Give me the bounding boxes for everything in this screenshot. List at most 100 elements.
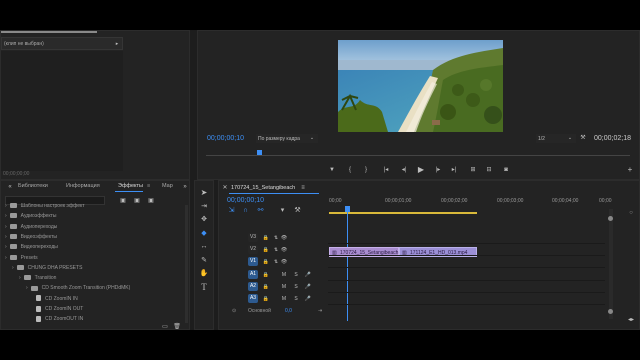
ripple-edit-tool-icon[interactable]: ✥	[199, 216, 209, 224]
snap-icon[interactable]: ∩	[241, 207, 250, 215]
solo-button-icon[interactable]: S	[292, 283, 300, 291]
list-item[interactable]: › Аудиопереходы	[1, 222, 184, 232]
track-target-button[interactable]: A2	[248, 282, 258, 291]
list-item[interactable]: › CD Smooth Zoom Transition (PHDdMK)	[1, 283, 184, 293]
track-target-button[interactable]: V2	[248, 245, 258, 254]
add-marker-icon[interactable]: ▾	[278, 207, 287, 215]
panel-grip-icon[interactable]: ◂▸	[627, 316, 635, 324]
list-item[interactable]: CD ZoomIN IN	[1, 294, 184, 304]
resolution-dropdown[interactable]: 1/2 ⌄	[536, 134, 576, 143]
sync-lock-icon[interactable]: ⇅	[272, 258, 280, 266]
track-target-button[interactable]: V3	[248, 233, 258, 242]
mute-button-icon[interactable]: M	[280, 295, 288, 303]
fit-dropdown[interactable]: По размеру кадра ⌄	[256, 134, 318, 143]
lock-icon[interactable]: 🔒	[262, 258, 270, 266]
go-to-end-icon[interactable]: ⇥	[318, 307, 322, 315]
work-area-bar[interactable]	[329, 212, 477, 214]
lock-icon[interactable]: 🔒	[262, 283, 270, 291]
list-item[interactable]: › Аудиоэффекты	[1, 211, 184, 221]
tab-effects[interactable]: Эффекты	[118, 183, 143, 189]
track-lane[interactable]	[328, 256, 605, 268]
nest-toggle-icon[interactable]: ⇲	[227, 207, 236, 215]
sync-lock-icon[interactable]: ⇅	[272, 246, 280, 254]
eye-icon[interactable]: 👁	[280, 234, 288, 242]
sync-lock-icon[interactable]: ⇅	[272, 234, 280, 242]
settings-wrench-icon[interactable]: ⚒	[579, 134, 587, 142]
mic-icon[interactable]: 🎤	[304, 283, 312, 291]
linked-selection-icon[interactable]: ⚯	[256, 207, 265, 215]
chevron-right-icon[interactable]: ›	[26, 285, 28, 291]
program-scrub-bar[interactable]	[206, 155, 630, 156]
lock-icon[interactable]: 🔒	[262, 295, 270, 303]
add-button-icon[interactable]: +	[626, 166, 634, 174]
track-lane[interactable]	[328, 244, 605, 256]
scroll-handle[interactable]	[608, 216, 613, 221]
track-target-button[interactable]: A1	[248, 270, 258, 279]
mic-icon[interactable]: 🎤	[304, 271, 312, 279]
step-forward-icon[interactable]: |▸	[434, 166, 442, 174]
master-volume-value[interactable]: 0,0	[285, 307, 292, 315]
program-timecode[interactable]: 00;00;00;10	[207, 135, 244, 143]
tab-libraries[interactable]: Библиотеки	[18, 183, 48, 189]
list-item[interactable]: › Видеоэффекты	[1, 232, 184, 242]
mic-icon[interactable]: 🎤	[304, 295, 312, 303]
trash-icon[interactable]: 🗑	[173, 323, 181, 331]
slip-tool-icon[interactable]: ↔	[199, 243, 209, 251]
list-item[interactable]: › Шаблоны настроек эффект	[1, 203, 184, 211]
eye-icon[interactable]: 👁	[280, 246, 288, 254]
chevron-double-right-icon[interactable]: »	[181, 183, 189, 191]
pen-tool-icon[interactable]: ✎	[199, 257, 209, 265]
tab-menu-icon[interactable]: ≡	[147, 183, 150, 189]
sequence-tab-label[interactable]: 170724_15_Setangibeach	[231, 184, 295, 192]
clip-selector[interactable]: (клип не выбран) ▸	[1, 37, 123, 50]
export-frame-camera-icon[interactable]: ◙	[502, 166, 510, 174]
chevron-right-icon[interactable]: ›	[5, 224, 7, 230]
track-lane[interactable]	[328, 269, 605, 281]
chevron-right-icon[interactable]: ›	[5, 203, 7, 209]
timeline-settings-wrench-icon[interactable]: ⚒	[293, 207, 302, 215]
chevron-double-left-icon[interactable]: «	[7, 183, 13, 191]
tab-info[interactable]: Информация	[66, 183, 100, 189]
chevron-right-icon[interactable]: ›	[5, 244, 7, 250]
track-target-button[interactable]: A3	[248, 294, 258, 303]
chevron-right-icon[interactable]: ›	[12, 265, 14, 271]
list-item[interactable]: CD ZoomIN OUT	[1, 304, 184, 314]
go-to-in-icon[interactable]: |◂	[382, 166, 390, 174]
timeline-ruler[interactable]: 00;00 00;00;01;00 00;00;02;00 00;00;03;0…	[329, 197, 612, 217]
track-lane[interactable]	[328, 232, 605, 244]
lock-icon[interactable]: 🔒	[262, 246, 270, 254]
list-item[interactable]: CD ZoomOUT IN	[1, 314, 184, 324]
track-lane[interactable]	[328, 293, 605, 305]
solo-button-icon[interactable]: S	[292, 295, 300, 303]
track-select-tool-icon[interactable]: ⇥	[199, 203, 209, 211]
tab-menu-icon[interactable]: ≡	[299, 184, 307, 192]
scrollbar[interactable]	[185, 205, 188, 323]
chevron-right-icon[interactable]: ›	[19, 275, 21, 281]
go-to-out-icon[interactable]: ▸|	[450, 166, 458, 174]
track-lane[interactable]	[328, 281, 605, 293]
vertical-scrollbar[interactable]	[608, 209, 613, 319]
lift-icon[interactable]: ⊞	[469, 166, 477, 174]
step-back-icon[interactable]: ◂|	[400, 166, 408, 174]
scroll-handle[interactable]	[608, 309, 613, 314]
list-item[interactable]: › Presets	[1, 253, 184, 263]
mark-in-icon[interactable]: {	[346, 166, 354, 174]
tab-markers[interactable]: Мар	[162, 183, 173, 189]
track-target-button[interactable]: V1	[248, 257, 258, 266]
razor-tool-icon[interactable]: ◆	[199, 230, 209, 238]
type-tool-icon[interactable]: T	[199, 283, 209, 292]
close-icon[interactable]: ✕	[221, 184, 229, 192]
chevron-right-icon[interactable]: ›	[5, 234, 7, 240]
mark-out-icon[interactable]: }	[362, 166, 370, 174]
selection-tool-icon[interactable]: ➤	[199, 189, 209, 197]
add-marker-icon[interactable]: ▼	[328, 166, 336, 174]
list-item[interactable]: › Видеопереходы	[1, 242, 184, 252]
lock-icon[interactable]: 🔒	[262, 234, 270, 242]
mute-button-icon[interactable]: M	[280, 283, 288, 291]
solo-button-icon[interactable]: S	[292, 271, 300, 279]
extract-icon[interactable]: ⊟	[485, 166, 493, 174]
mute-button-icon[interactable]: M	[280, 271, 288, 279]
lock-icon[interactable]: 🔒	[262, 271, 270, 279]
new-folder-icon[interactable]: ▭	[161, 323, 169, 331]
chevron-right-icon[interactable]: ›	[5, 213, 7, 219]
